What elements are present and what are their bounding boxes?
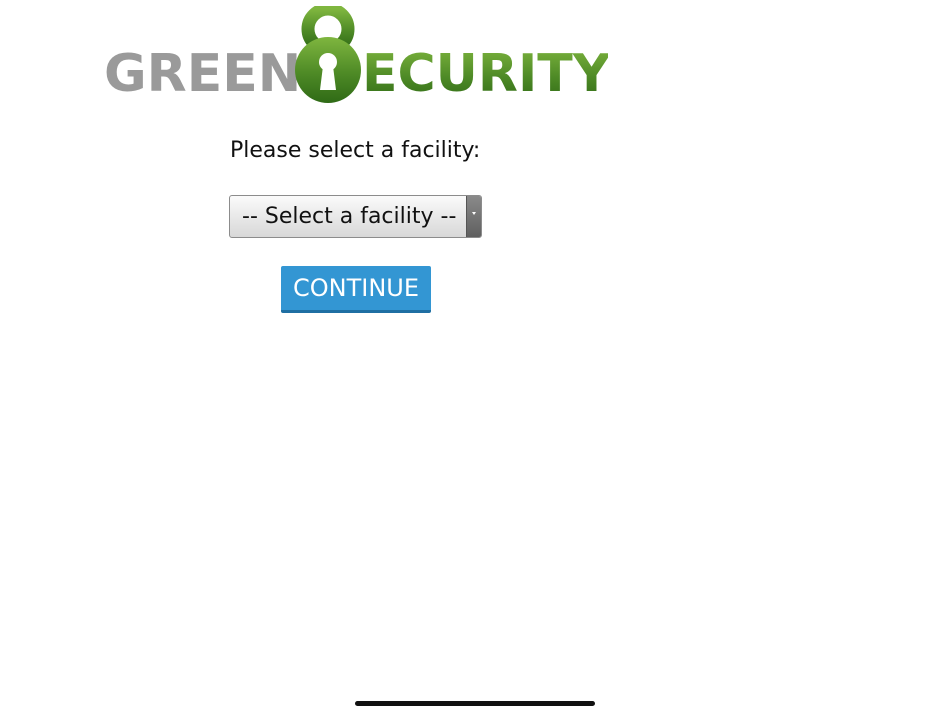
- green-security-logo: GREEN ECURITY: [104, 6, 608, 104]
- chevron-down-icon[interactable]: [466, 196, 481, 237]
- home-indicator[interactable]: [355, 701, 595, 706]
- keyhole-lock-icon: [295, 6, 361, 103]
- facility-select[interactable]: -- Select a facility --: [229, 195, 482, 238]
- logo-word-green: GREEN: [104, 44, 301, 104]
- continue-button[interactable]: CONTINUE: [281, 266, 431, 313]
- logo-word-ecurity: ECURITY: [362, 44, 608, 104]
- logo: GREEN ECURITY: [104, 6, 608, 104]
- facility-prompt-label: Please select a facility:: [230, 138, 481, 163]
- facility-select-value: -- Select a facility --: [242, 204, 457, 229]
